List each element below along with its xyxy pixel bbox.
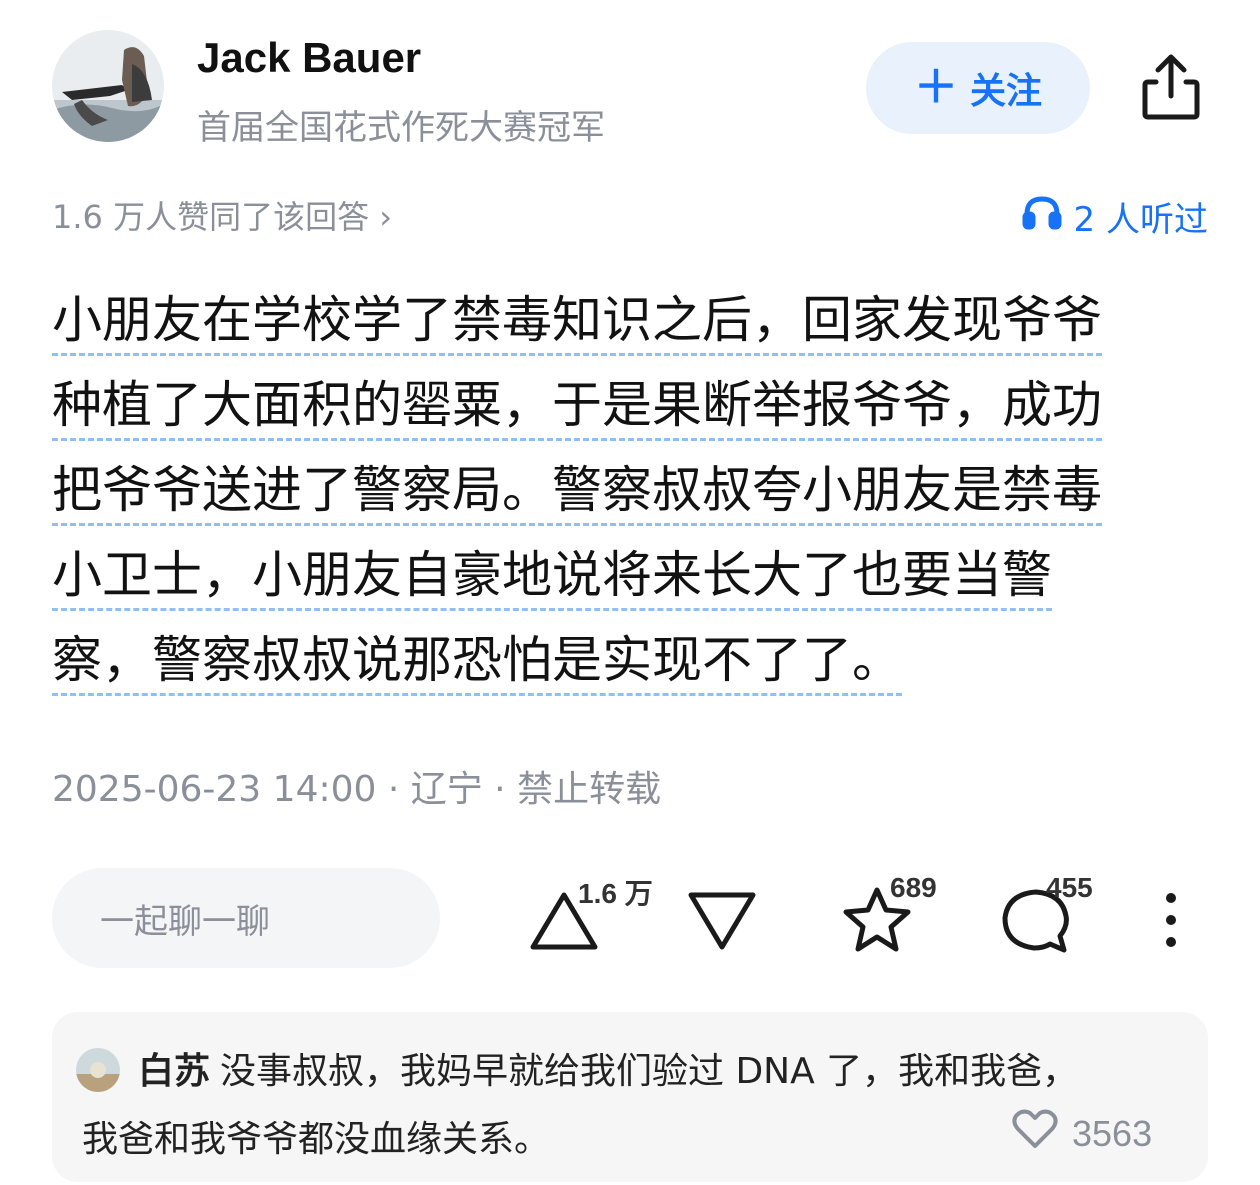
comment-like-count: 3563	[1072, 1112, 1153, 1154]
more-options-icon[interactable]	[1160, 890, 1182, 954]
author-bio: 首届全国花式作死大赛冠军	[197, 108, 605, 148]
listen-count[interactable]: 2 人听过	[1022, 192, 1208, 241]
share-icon[interactable]	[1140, 52, 1202, 122]
post-meta: 2025-06-23 14:00 · 辽宁 · 禁止转载	[52, 769, 662, 810]
headphones-icon	[1022, 194, 1062, 239]
comment-like-button[interactable]: 3563	[1012, 1108, 1152, 1159]
comment-line-1: 白苏 没事叔叔，我妈早就给我们验过 DNA 了，我和我爸，	[138, 1042, 1078, 1094]
comment-input[interactable]: 一起聊一聊	[52, 868, 440, 968]
comment-count: 455	[1046, 872, 1093, 903]
follow-button[interactable]: ＋ 关注	[866, 42, 1090, 134]
comment-input-placeholder: 一起聊一聊	[100, 901, 270, 942]
plus-icon: ＋	[913, 62, 958, 113]
listen-count-text: 2 人听过	[1073, 200, 1208, 240]
answer-line: 把爷爷送进了警察局。警察叔叔夸小朋友是禁毒	[52, 461, 1102, 526]
answer-line: 种植了大面积的罂粟，于是果断举报爷爷，成功	[52, 376, 1102, 441]
answer-line: 察，警察叔叔说那恐怕是实现不了了。	[52, 631, 902, 696]
answer-line: 小朋友在学校学了禁毒知识之后，回家发现爷爷	[52, 291, 1102, 356]
upvote-count: 1.6 万	[578, 878, 653, 909]
author-avatar[interactable]	[52, 30, 164, 142]
answer-body: 小朋友在学校学了禁毒知识之后，回家发现爷爷 种植了大面积的罂粟，于是果断举报爷爷…	[52, 278, 1182, 703]
heart-icon	[1012, 1108, 1058, 1159]
favorite-count: 689	[890, 872, 937, 903]
commenter-avatar[interactable]	[76, 1048, 120, 1092]
comment-text: 没事叔叔，我妈早就给我们验过 DNA 了，我和我爸，	[220, 1051, 1079, 1092]
downvote-icon[interactable]	[686, 890, 758, 956]
answer-line: 小卫士，小朋友自豪地说将来长大了也要当警	[52, 546, 1052, 611]
follow-button-label: 关注	[969, 71, 1042, 112]
author-name[interactable]: Jack Bauer	[197, 34, 421, 82]
comment-line-2: 我爸和我爷爷都没血缘关系。	[82, 1119, 551, 1160]
commenter-name[interactable]: 白苏	[138, 1051, 210, 1092]
approval-count-link[interactable]: 1.6 万人赞同了该回答 ›	[52, 192, 392, 238]
